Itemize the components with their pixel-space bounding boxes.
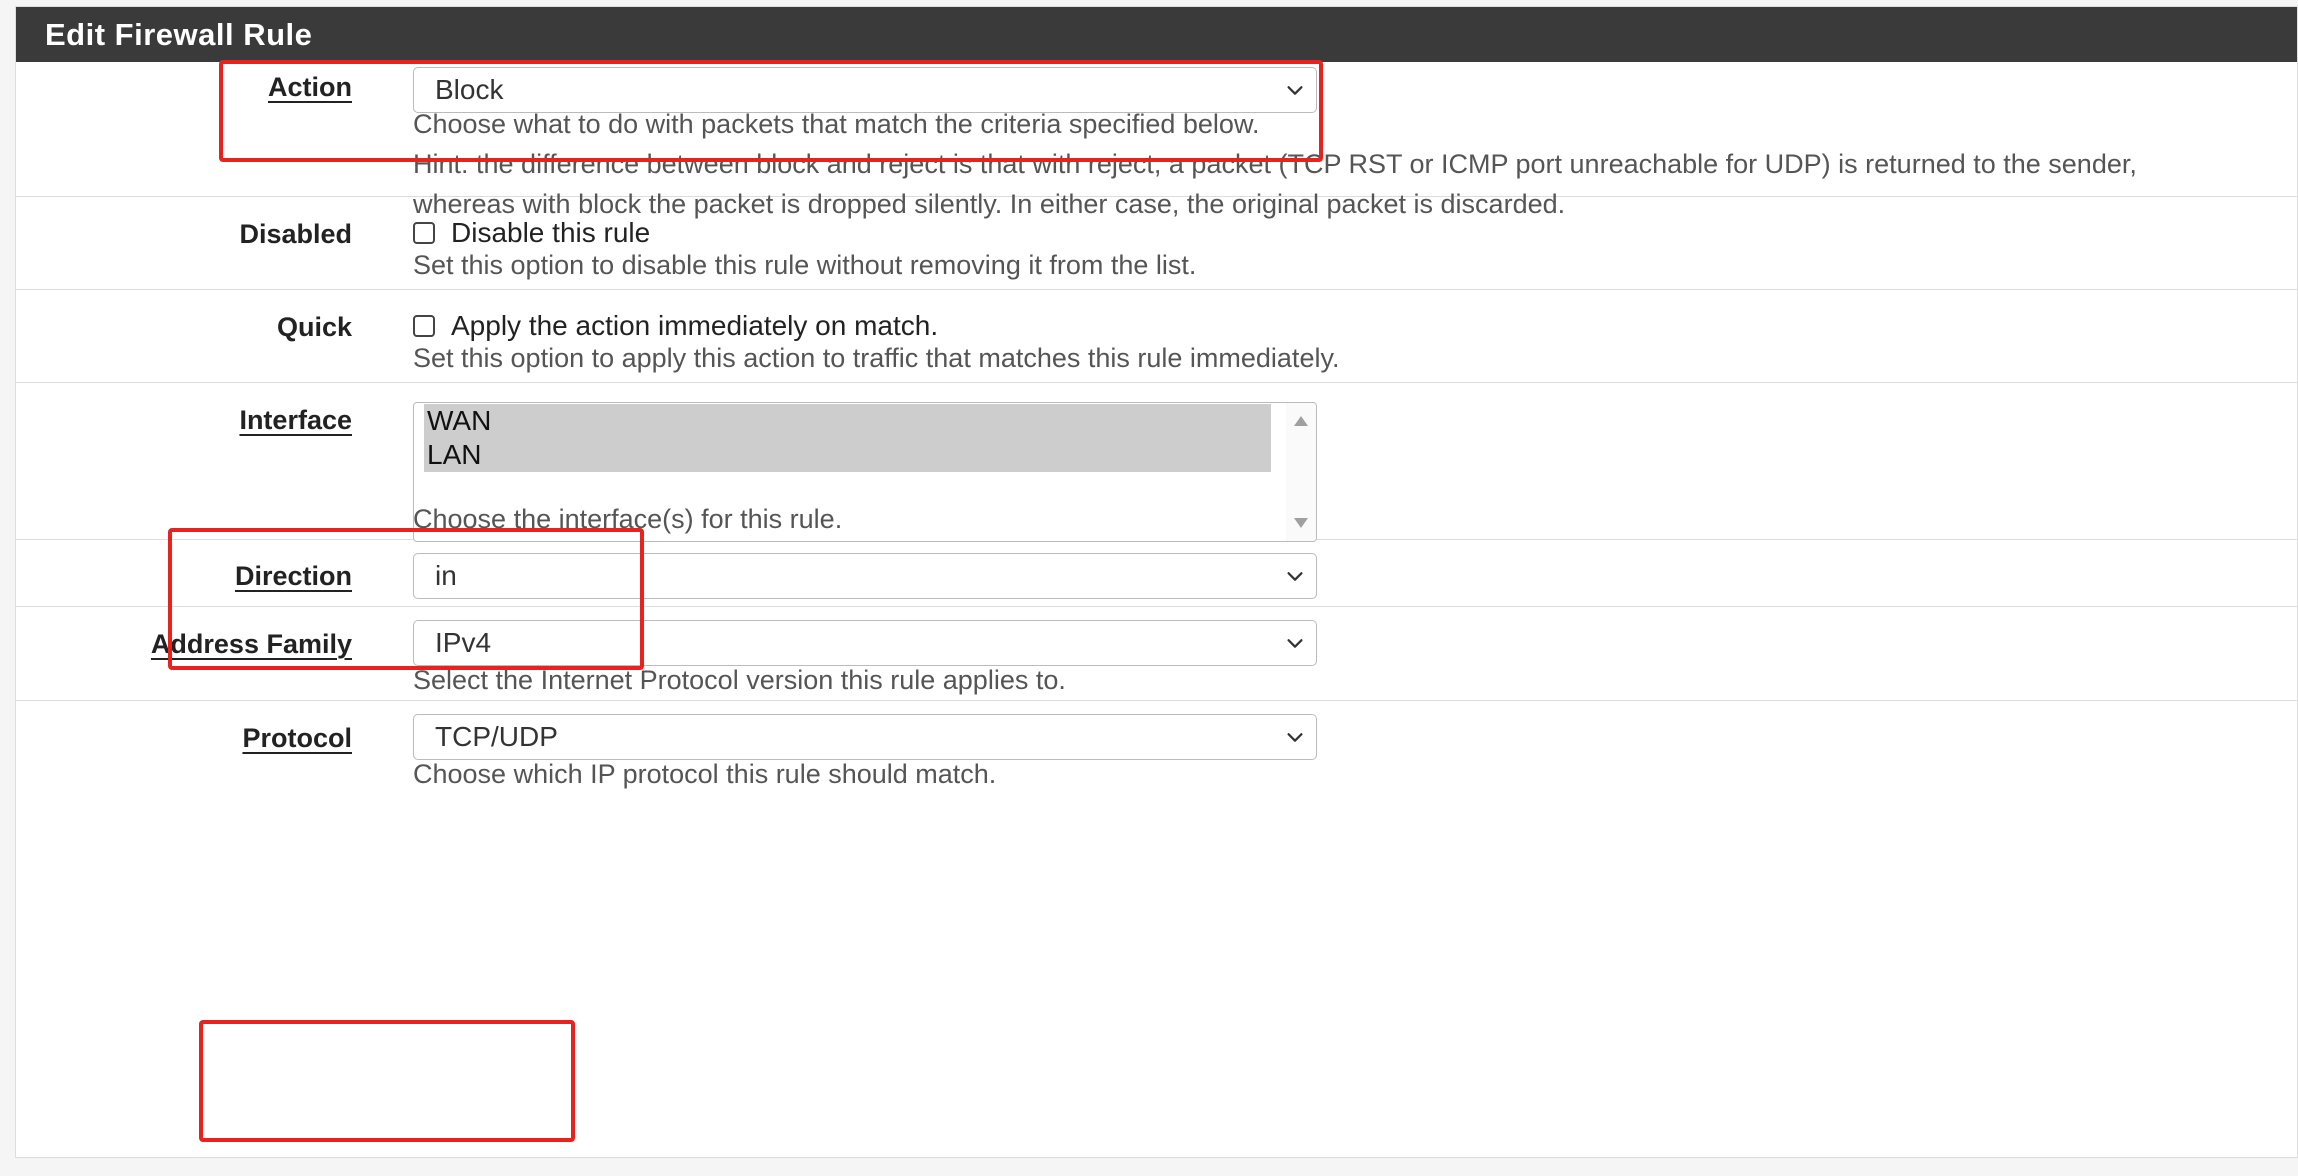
disabled-label: Disabled — [239, 219, 352, 249]
direction-row: Direction in — [16, 540, 2297, 607]
quick-help: Set this option to apply this action to … — [413, 343, 1340, 373]
direction-select-value: in — [435, 560, 457, 591]
chevron-down-icon — [1287, 733, 1303, 742]
interface-scrollbar[interactable] — [1286, 403, 1316, 541]
disabled-row: Disabled Disable this rule Set this opti… — [16, 197, 2297, 290]
direction-label: Direction — [234, 561, 352, 591]
action-help-line-2: Hint: the difference between block and r… — [413, 149, 2137, 179]
interface-label: Interface — [239, 405, 352, 435]
interface-row: Interface WAN LAN Choose the interface(s… — [16, 383, 2297, 542]
address-family-row: Address Family IPv4 Select the Internet … — [16, 607, 2297, 701]
interface-options: WAN LAN — [424, 404, 1271, 472]
interface-option-lan[interactable]: LAN — [424, 438, 1271, 472]
quick-row: Quick Apply the action immediately on ma… — [16, 290, 2297, 383]
action-help-line-1: Choose what to do with packets that matc… — [413, 109, 1260, 139]
address-family-label: Address Family — [150, 629, 352, 659]
scroll-up-arrow-icon[interactable] — [1294, 416, 1308, 426]
interface-option-wan[interactable]: WAN — [424, 404, 1271, 438]
action-select-value: Block — [435, 74, 504, 105]
protocol-help: Choose which IP protocol this rule shoul… — [413, 759, 997, 789]
interface-help: Choose the interface(s) for this rule. — [413, 504, 843, 534]
chevron-down-icon — [1287, 572, 1303, 581]
direction-select[interactable]: in — [413, 553, 1317, 599]
address-family-select-value: IPv4 — [435, 627, 492, 658]
quick-checkbox[interactable] — [413, 315, 435, 337]
disable-rule-checkbox[interactable] — [413, 222, 435, 244]
edit-firewall-rule-panel: Edit Firewall Rule Action Block Choose w… — [15, 6, 2298, 1158]
action-row: Action Block Choose what to do with pack… — [16, 62, 2297, 219]
quick-label: Quick — [276, 312, 352, 342]
protocol-row: Protocol TCP/UDP Choose which IP protoco… — [16, 701, 2297, 793]
address-family-help: Select the Internet Protocol version thi… — [413, 665, 1066, 695]
chevron-down-icon — [1287, 86, 1303, 95]
disabled-help: Set this option to disable this rule wit… — [413, 250, 1197, 280]
protocol-select-value: TCP/UDP — [435, 721, 558, 752]
panel-title: Edit Firewall Rule — [16, 7, 2297, 62]
chevron-down-icon — [1287, 639, 1303, 648]
protocol-label: Protocol — [242, 723, 352, 753]
action-label: Action — [268, 72, 352, 102]
scroll-down-arrow-icon[interactable] — [1294, 518, 1308, 528]
